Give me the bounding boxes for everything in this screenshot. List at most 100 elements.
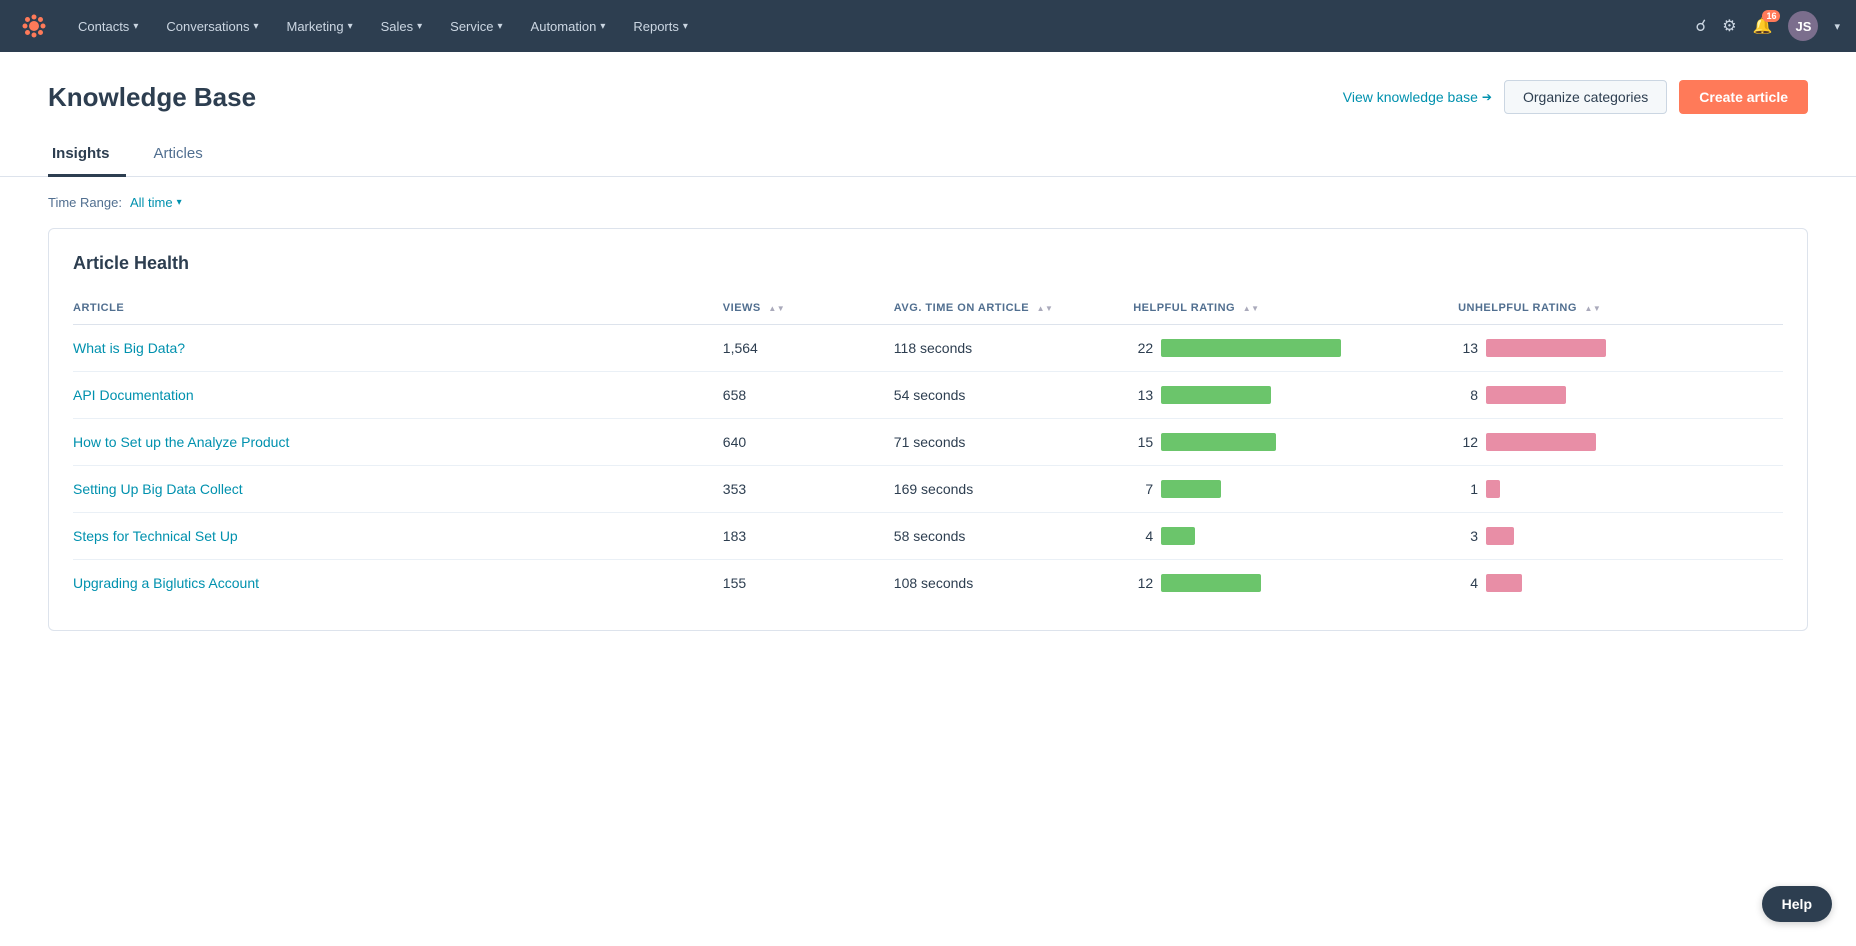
nav-conversations[interactable]: Conversations ▾ <box>152 0 272 52</box>
article-link[interactable]: How to Set up the Analyze Product <box>73 434 289 450</box>
sort-icon: ▲▼ <box>1243 304 1260 313</box>
article-link[interactable]: Steps for Technical Set Up <box>73 528 238 544</box>
nav-right: ☌ ⚙ 🔔 16 JS ▾ <box>1695 11 1840 41</box>
views-cell: 1,564 <box>723 325 894 372</box>
article-link[interactable]: API Documentation <box>73 387 194 403</box>
article-health-title: Article Health <box>73 253 1783 274</box>
views-cell: 640 <box>723 419 894 466</box>
col-header-avgtime[interactable]: Avg. Time On Article ▲▼ <box>894 294 1133 325</box>
unhelpful-num: 8 <box>1458 387 1478 403</box>
helpful-bar <box>1161 339 1341 357</box>
tabs: Insights Articles <box>0 134 1856 177</box>
helpful-cell: 7 <box>1133 466 1458 513</box>
helpful-num: 13 <box>1133 387 1153 403</box>
nav-sales[interactable]: Sales ▾ <box>367 0 437 52</box>
unhelpful-cell: 13 <box>1458 325 1783 372</box>
time-range-label: Time Range: <box>48 195 122 210</box>
helpful-cell: 12 <box>1133 560 1458 607</box>
filters-bar: Time Range: All time ▾ <box>0 177 1856 228</box>
nav-marketing[interactable]: Marketing ▾ <box>272 0 366 52</box>
avgtime-cell: 169 seconds <box>894 466 1133 513</box>
helpful-bar <box>1161 433 1276 451</box>
article-health-table: Article Views ▲▼ Avg. Time On Article ▲▼… <box>73 294 1783 606</box>
views-cell: 353 <box>723 466 894 513</box>
article-health-card: Article Health Article Views ▲▼ Avg. Tim… <box>48 228 1808 631</box>
helpful-bar <box>1161 480 1221 498</box>
view-knowledge-base-link[interactable]: View knowledge base ➔ <box>1343 89 1492 105</box>
unhelpful-cell: 8 <box>1458 372 1783 419</box>
chevron-down-icon[interactable]: ▾ <box>1834 20 1840 33</box>
page-header: Knowledge Base View knowledge base ➔ Org… <box>0 52 1856 114</box>
helpful-num: 15 <box>1133 434 1153 450</box>
time-range-dropdown[interactable]: All time ▾ <box>130 195 182 210</box>
unhelpful-num: 12 <box>1458 434 1478 450</box>
unhelpful-cell: 12 <box>1458 419 1783 466</box>
chevron-down-icon: ▾ <box>133 21 138 32</box>
views-cell: 183 <box>723 513 894 560</box>
chevron-down-icon: ▾ <box>683 21 688 32</box>
unhelpful-num: 3 <box>1458 528 1478 544</box>
tab-articles[interactable]: Articles <box>150 135 219 177</box>
create-article-button[interactable]: Create article <box>1679 80 1808 114</box>
tab-insights[interactable]: Insights <box>48 135 126 177</box>
table-row: Steps for Technical Set Up 183 58 second… <box>73 513 1783 560</box>
sort-icon: ▲▼ <box>1037 304 1054 313</box>
header-actions: View knowledge base ➔ Organize categorie… <box>1343 80 1808 114</box>
unhelpful-bar <box>1486 386 1566 404</box>
search-icon[interactable]: ☌ <box>1695 16 1706 36</box>
views-cell: 658 <box>723 372 894 419</box>
unhelpful-bar <box>1486 339 1606 357</box>
unhelpful-cell: 1 <box>1458 466 1783 513</box>
avgtime-cell: 108 seconds <box>894 560 1133 607</box>
table-row: Upgrading a Biglutics Account 155 108 se… <box>73 560 1783 607</box>
hubspot-logo[interactable] <box>16 8 52 44</box>
notifications-button[interactable]: 🔔 16 <box>1753 16 1773 36</box>
table-row: API Documentation 658 54 seconds 13 8 <box>73 372 1783 419</box>
unhelpful-num: 13 <box>1458 340 1478 356</box>
unhelpful-bar <box>1486 527 1514 545</box>
nav-automation[interactable]: Automation ▾ <box>517 0 620 52</box>
avatar[interactable]: JS <box>1788 11 1818 41</box>
helpful-cell: 13 <box>1133 372 1458 419</box>
unhelpful-num: 4 <box>1458 575 1478 591</box>
avgtime-cell: 58 seconds <box>894 513 1133 560</box>
views-cell: 155 <box>723 560 894 607</box>
organize-categories-button[interactable]: Organize categories <box>1504 80 1667 114</box>
helpful-bar <box>1161 574 1261 592</box>
nav-items: Contacts ▾ Conversations ▾ Marketing ▾ S… <box>64 0 1695 52</box>
nav-service[interactable]: Service ▾ <box>436 0 516 52</box>
helpful-bar <box>1161 527 1195 545</box>
unhelpful-bar <box>1486 480 1500 498</box>
col-header-article: Article <box>73 294 723 325</box>
table-row: How to Set up the Analyze Product 640 71… <box>73 419 1783 466</box>
sort-icon: ▲▼ <box>768 304 785 313</box>
helpful-cell: 4 <box>1133 513 1458 560</box>
unhelpful-num: 1 <box>1458 481 1478 497</box>
nav-reports[interactable]: Reports ▾ <box>619 0 702 52</box>
top-navigation: Contacts ▾ Conversations ▾ Marketing ▾ S… <box>0 0 1856 52</box>
helpful-num: 22 <box>1133 340 1153 356</box>
article-link[interactable]: What is Big Data? <box>73 340 185 356</box>
avgtime-cell: 71 seconds <box>894 419 1133 466</box>
avgtime-cell: 118 seconds <box>894 325 1133 372</box>
helpful-num: 12 <box>1133 575 1153 591</box>
avgtime-cell: 54 seconds <box>894 372 1133 419</box>
helpful-bar <box>1161 386 1271 404</box>
nav-contacts[interactable]: Contacts ▾ <box>64 0 152 52</box>
col-header-views[interactable]: Views ▲▼ <box>723 294 894 325</box>
unhelpful-cell: 3 <box>1458 513 1783 560</box>
article-link[interactable]: Upgrading a Biglutics Account <box>73 575 259 591</box>
chevron-down-icon: ▾ <box>253 21 258 32</box>
col-header-helpful[interactable]: Helpful Rating ▲▼ <box>1133 294 1458 325</box>
unhelpful-bar <box>1486 574 1522 592</box>
chevron-down-icon: ▾ <box>348 21 353 32</box>
helpful-num: 4 <box>1133 528 1153 544</box>
help-button[interactable]: Help <box>1762 886 1832 922</box>
col-header-unhelpful[interactable]: Unhelpful Rating ▲▼ <box>1458 294 1783 325</box>
page-wrapper: Knowledge Base View knowledge base ➔ Org… <box>0 52 1856 946</box>
settings-icon[interactable]: ⚙ <box>1722 16 1736 36</box>
unhelpful-bar <box>1486 433 1596 451</box>
article-link[interactable]: Setting Up Big Data Collect <box>73 481 243 497</box>
chevron-down-icon: ▾ <box>498 21 503 32</box>
helpful-cell: 22 <box>1133 325 1458 372</box>
